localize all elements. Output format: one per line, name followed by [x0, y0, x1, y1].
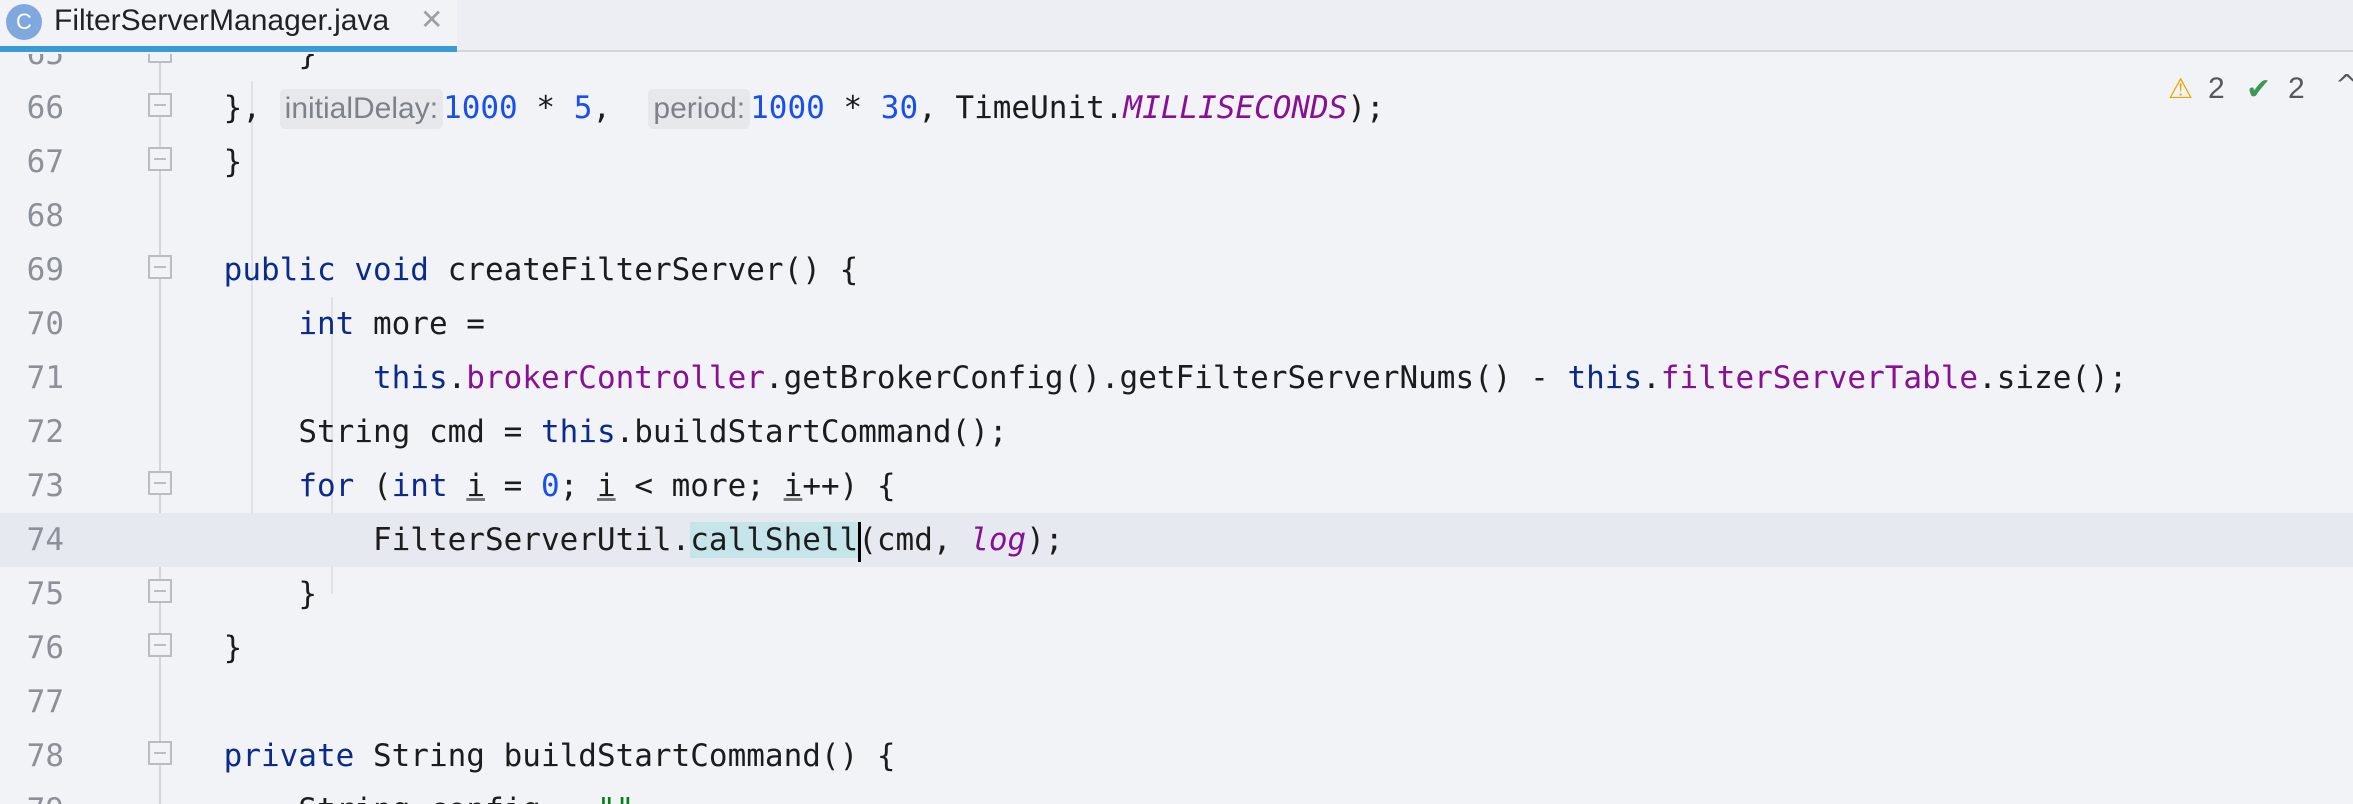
code-line[interactable]: 75 }	[0, 567, 2353, 621]
tab-filterservermanager[interactable]: C FilterServerManager.java ✕	[0, 0, 457, 52]
code-text: String cmd = this.buildStartCommand();	[298, 414, 1008, 450]
line-number: 74	[26, 522, 64, 558]
line-number: 68	[26, 198, 64, 234]
java-class-icon: C	[6, 4, 42, 40]
code-text: this.brokerController.getBrokerConfig().…	[372, 360, 2128, 396]
fold-marker-icon[interactable]	[148, 93, 172, 117]
code-line[interactable]: 66 }, initialDelay: 1000 * 5, period: 1000…	[0, 81, 2353, 135]
line-number: 77	[26, 684, 64, 720]
fold-marker-icon[interactable]	[148, 54, 172, 63]
line-number: 67	[26, 144, 64, 180]
code-text: String config = ""	[149, 783, 634, 804]
code-text: }	[298, 576, 317, 612]
code-text: int more =	[298, 306, 485, 342]
fold-marker-icon[interactable]	[148, 579, 172, 603]
code-line[interactable]: 69 public void createFilterServer() {	[0, 243, 2353, 297]
code-text: for (int i = 0; i < more; i++) {	[298, 468, 896, 504]
code-text: private String buildStartCommand() {	[223, 738, 896, 774]
line-number: 69	[26, 252, 64, 288]
code-line[interactable]: 79 String config = ""	[0, 783, 2353, 804]
code-line-current[interactable]: 74 FilterServerUtil.callShell(cmd, log);	[0, 513, 2353, 567]
code-editor[interactable]: 65 } 66 }, initialDelay: 1000 * 5, period…	[0, 54, 2353, 804]
code-line[interactable]: 65 }	[0, 54, 2353, 81]
parameter-hint: initialDelay:	[279, 89, 444, 129]
line-number: 71	[26, 360, 64, 396]
code-text: FilterServerUtil.callShell(cmd, log);	[149, 513, 1064, 567]
editor-tab-bar: C FilterServerManager.java ✕	[0, 0, 2353, 52]
line-number: 73	[26, 468, 64, 504]
code-line[interactable]: 77	[0, 675, 2353, 729]
parameter-hint: period:	[648, 89, 751, 129]
line-number: 79	[0, 783, 64, 804]
fold-marker-icon[interactable]	[148, 471, 172, 495]
code-line[interactable]: 70 int more =	[0, 297, 2353, 351]
line-number: 72	[26, 414, 64, 450]
line-number: 78	[26, 738, 64, 774]
code-line[interactable]: 76 }	[0, 621, 2353, 675]
line-number: 76	[26, 630, 64, 666]
tab-title: FilterServerManager.java	[54, 4, 390, 37]
code-line[interactable]: 67 }	[0, 135, 2353, 189]
line-number: 65	[26, 54, 64, 72]
code-text: }, initialDelay: 1000 * 5, period: 1000 * …	[149, 81, 1385, 135]
code-text: }	[298, 54, 317, 72]
code-line[interactable]: 68	[0, 189, 2353, 243]
code-line[interactable]: 73 for (int i = 0; i < more; i++) {	[0, 459, 2353, 513]
line-number: 70	[26, 306, 64, 342]
fold-marker-icon[interactable]	[148, 147, 172, 171]
fold-marker-icon[interactable]	[148, 633, 172, 657]
close-icon[interactable]: ✕	[420, 1, 443, 39]
code-line[interactable]: 78 private String buildStartCommand() {	[0, 729, 2353, 783]
identifier-highlight: callShell	[690, 522, 859, 558]
fold-marker-icon[interactable]	[148, 255, 172, 279]
code-line[interactable]: 72 String cmd = this.buildStartCommand()…	[0, 405, 2353, 459]
code-text: public void createFilterServer() {	[223, 252, 859, 288]
line-number: 75	[26, 576, 64, 612]
code-line[interactable]: 71 this.brokerController.getBrokerConfig…	[0, 351, 2353, 405]
line-number: 66	[26, 90, 64, 126]
fold-marker-icon[interactable]	[148, 741, 172, 765]
